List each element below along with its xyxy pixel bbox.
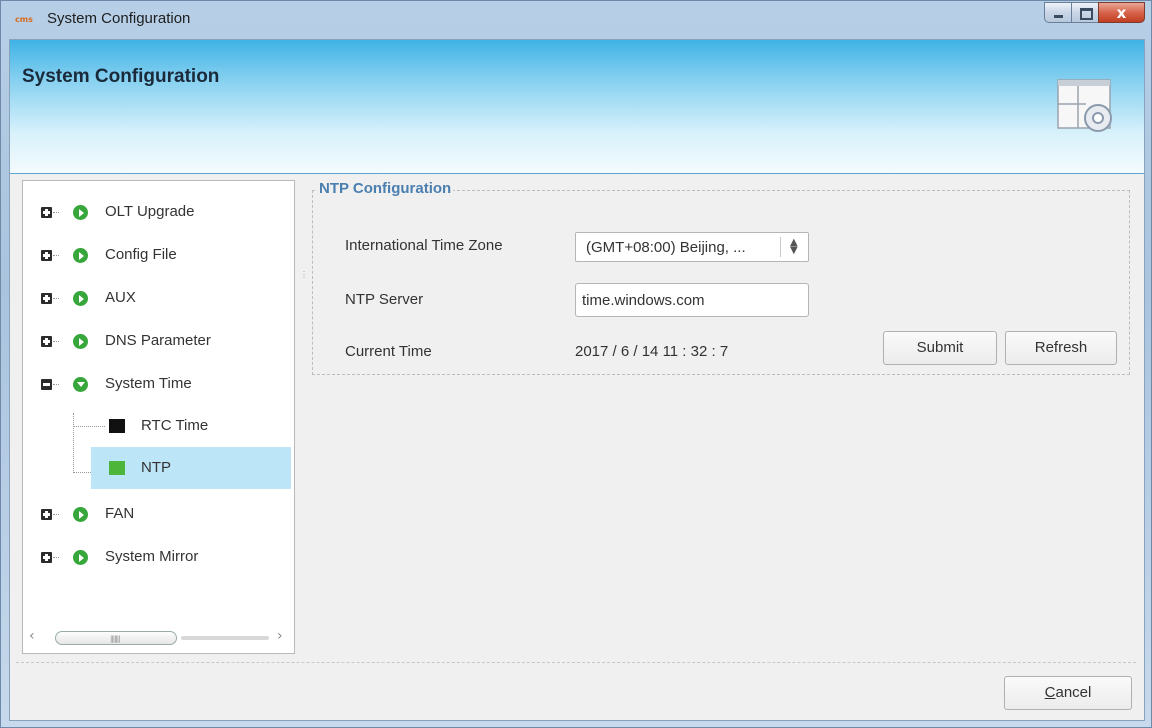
node-arrow-icon	[73, 291, 88, 306]
tree-item-label: OLT Upgrade	[105, 203, 195, 220]
refresh-button[interactable]: Refresh	[1005, 331, 1117, 365]
group-title: NTP Configuration	[317, 180, 454, 197]
tree-item-label: DNS Parameter	[105, 332, 211, 349]
header-banner: System Configuration	[10, 40, 1144, 174]
tree-item-rtc-time[interactable]: RTC Time	[23, 405, 294, 447]
tree-item-label: RTC Time	[141, 417, 209, 434]
node-arrow-icon	[73, 507, 88, 522]
rtc-time-icon	[109, 419, 125, 433]
splitter-handle[interactable]: ⋮	[300, 270, 308, 279]
scroll-thumb[interactable]: |||||||	[55, 631, 177, 645]
expand-icon[interactable]	[41, 336, 52, 347]
tree-item-label: System Time	[105, 375, 192, 392]
ntp-icon	[109, 461, 125, 475]
title-bar[interactable]: cms System Configuration x	[1, 1, 1151, 39]
dialog-client-area: System Configuration OLT Upgrade Config …	[9, 39, 1145, 721]
timezone-label: International Time Zone	[345, 237, 503, 254]
node-expanded-icon	[73, 377, 88, 392]
scroll-right-icon[interactable]: ›	[277, 628, 283, 644]
submit-button[interactable]: Submit	[883, 331, 997, 365]
spinner-arrows-icon[interactable]: ▲ ▼	[790, 238, 798, 256]
tree-item-olt-upgrade[interactable]: OLT Upgrade	[23, 193, 294, 227]
tree-item-system-mirror[interactable]: System Mirror	[23, 538, 294, 572]
cancel-label: ancel	[1055, 684, 1092, 701]
expand-icon[interactable]	[41, 552, 52, 563]
grip-icon: |||||||	[110, 635, 120, 643]
tree-item-config-file[interactable]: Config File	[23, 236, 294, 270]
maximize-button[interactable]	[1071, 2, 1098, 23]
horizontal-scrollbar[interactable]: ‹ ||||||| ›	[27, 627, 291, 647]
scroll-track[interactable]	[181, 636, 269, 640]
timezone-select[interactable]: (GMT+08:00) Beijing, ... ▲ ▼	[575, 232, 809, 262]
tree-item-label: System Mirror	[105, 548, 199, 565]
close-button[interactable]: x	[1098, 2, 1145, 23]
expand-icon[interactable]	[41, 207, 52, 218]
system-configuration-window: cms System Configuration x System Config…	[0, 0, 1152, 728]
tree-item-label: FAN	[105, 505, 135, 522]
tree-item-dns-parameter[interactable]: DNS Parameter	[23, 322, 294, 356]
page-title: System Configuration	[22, 66, 220, 87]
expand-icon[interactable]	[41, 250, 52, 261]
footer-divider	[16, 662, 1136, 663]
minimize-button[interactable]	[1044, 2, 1071, 23]
expand-icon[interactable]	[41, 509, 52, 520]
node-arrow-icon	[73, 550, 88, 565]
tree-item-aux[interactable]: AUX	[23, 279, 294, 313]
node-arrow-icon	[73, 248, 88, 263]
node-arrow-icon	[73, 334, 88, 349]
window-title: System Configuration	[47, 10, 191, 27]
tree-item-label: NTP	[141, 459, 171, 476]
current-time-label: Current Time	[345, 343, 432, 360]
cancel-mnemonic: C	[1044, 684, 1056, 701]
tree-item-system-time[interactable]: System Time	[23, 365, 294, 399]
tree-item-fan[interactable]: FAN	[23, 495, 294, 529]
tree-item-label: Config File	[105, 246, 177, 263]
node-arrow-icon	[73, 205, 88, 220]
tree-item-label: AUX	[105, 289, 136, 306]
expand-icon[interactable]	[41, 293, 52, 304]
navigation-tree: OLT Upgrade Config File AUX DNS Paramete…	[22, 180, 295, 654]
tree-item-ntp[interactable]: NTP	[23, 447, 294, 489]
cancel-button[interactable]: Cancel	[1004, 676, 1132, 710]
app-icon: cms	[15, 15, 33, 24]
scroll-left-icon[interactable]: ‹	[29, 628, 35, 644]
collapse-icon[interactable]	[41, 379, 52, 390]
ntp-configuration-group: NTP Configuration International Time Zon…	[312, 180, 1130, 375]
window-controls: x	[1044, 2, 1145, 24]
timezone-value: (GMT+08:00) Beijing, ...	[586, 239, 746, 256]
settings-window-icon	[1057, 79, 1112, 132]
current-time-value: 2017 / 6 / 14 11 : 32 : 7	[575, 343, 729, 360]
ntp-server-label: NTP Server	[345, 291, 424, 308]
ntp-server-input[interactable]	[575, 283, 809, 317]
close-icon: x	[1116, 4, 1127, 22]
